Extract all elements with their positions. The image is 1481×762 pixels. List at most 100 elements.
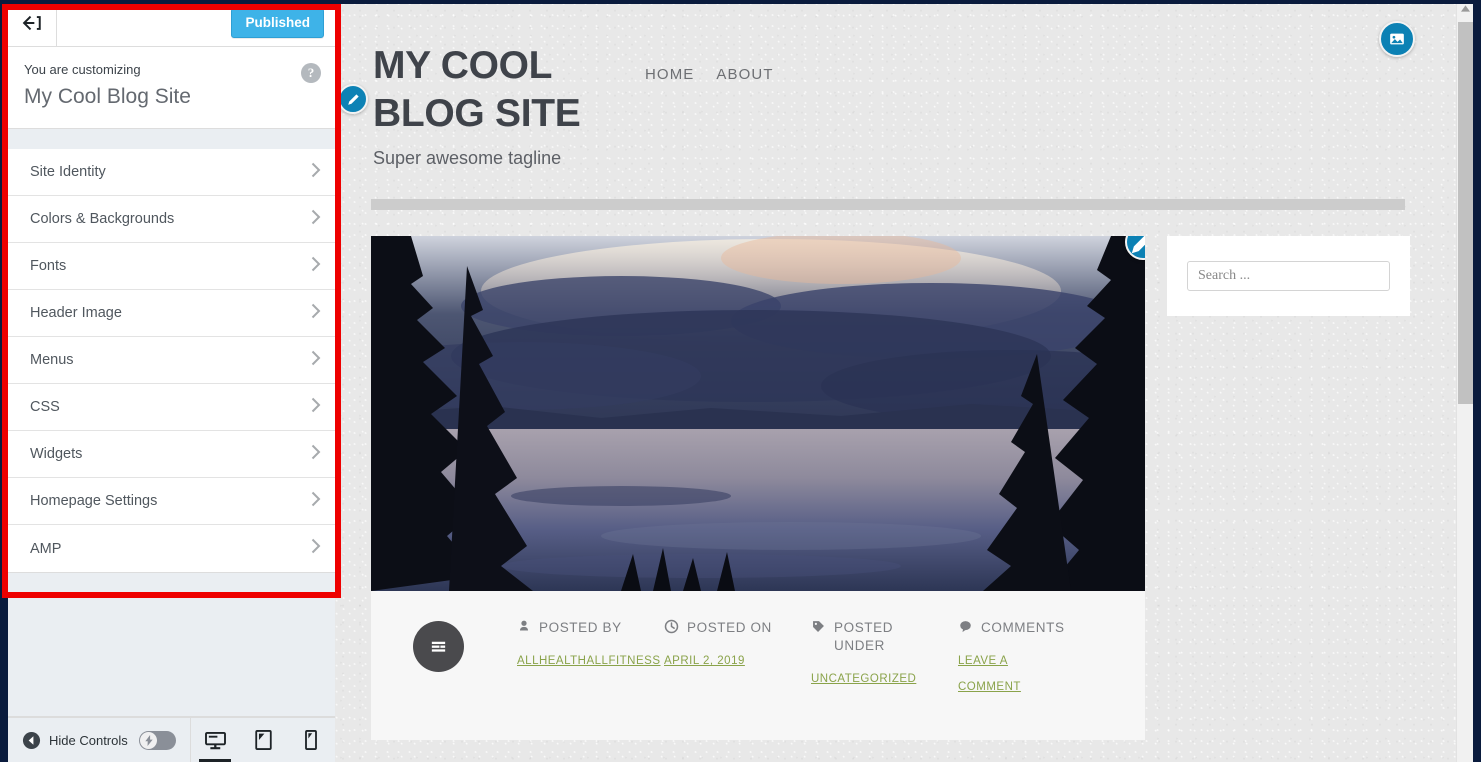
sidebar-widget-area xyxy=(1167,236,1410,740)
comment-icon xyxy=(960,621,971,633)
mobile-icon xyxy=(305,730,317,750)
meta-value-comments[interactable]: LEAVE A COMMENT xyxy=(958,648,1070,700)
sidebar-item-site-identity[interactable]: Site Identity xyxy=(8,149,335,196)
previewed-site: MY COOL BLOG SITE HOME ABOUT Super aweso… xyxy=(335,0,1441,762)
panel-label: Site Identity xyxy=(30,164,106,180)
sidebar-item-colors-backgrounds[interactable]: Colors & Backgrounds xyxy=(8,196,335,243)
image-icon xyxy=(1390,33,1404,45)
customizer-sidebar: Published You are customizing My Cool Bl… xyxy=(8,0,335,762)
pencil-icon xyxy=(1131,236,1145,254)
sidebar-item-menus[interactable]: Menus xyxy=(8,337,335,384)
chevron-right-icon xyxy=(311,209,321,230)
panel-label: CSS xyxy=(30,399,60,415)
chevron-right-icon xyxy=(311,303,321,324)
sidebar-filler xyxy=(8,573,335,717)
chevron-right-icon xyxy=(311,350,321,371)
search-input[interactable] xyxy=(1187,261,1390,291)
collapse-left-icon xyxy=(22,731,41,750)
meta-item-comments: COMMENTS LEAVE A COMMENT xyxy=(958,619,1105,700)
amp-toggle[interactable] xyxy=(139,730,176,750)
featured-image[interactable] xyxy=(371,236,1145,591)
meta-value-category[interactable]: UNCATEGORIZED xyxy=(811,666,923,692)
meta-head: POSTED BY xyxy=(517,619,664,637)
meta-item-posted-on: POSTED ON APRIL 2, 2019 xyxy=(664,619,811,700)
panel-label: Fonts xyxy=(30,258,67,274)
device-preview-switcher xyxy=(191,718,335,762)
panel-label: Widgets xyxy=(30,446,83,462)
customizer-info-panel: You are customizing My Cool Blog Site ? xyxy=(8,47,335,129)
nav-item-about[interactable]: ABOUT xyxy=(716,66,773,83)
pencil-icon xyxy=(347,93,359,105)
panel-label: Colors & Backgrounds xyxy=(30,211,175,227)
panel-gap xyxy=(8,129,335,149)
chevron-right-icon xyxy=(311,256,321,277)
device-desktop-button[interactable] xyxy=(191,718,239,762)
post-card: POSTED BY ALLHEALTHALLFITNESS POSTED ON … xyxy=(371,236,1145,740)
featured-image-artwork xyxy=(371,236,1145,591)
customized-site-name: My Cool Blog Site xyxy=(24,85,191,108)
help-icon[interactable]: ? xyxy=(301,63,321,83)
site-tagline: Super awesome tagline xyxy=(373,148,562,168)
chevron-right-icon xyxy=(311,162,321,183)
customizer-panel-list: Site Identity Colors & Backgrounds Fonts… xyxy=(8,149,335,573)
header-divider xyxy=(371,199,1405,210)
sidebar-item-homepage-settings[interactable]: Homepage Settings xyxy=(8,478,335,525)
post-lines-icon xyxy=(431,641,446,652)
nav-item-home[interactable]: HOME xyxy=(645,66,694,83)
hide-controls-label: Hide Controls xyxy=(49,732,128,748)
back-arrow-icon xyxy=(22,15,41,31)
edit-site-title-shortcut[interactable] xyxy=(338,84,368,114)
meta-value-author[interactable]: ALLHEALTHALLFITNESS xyxy=(517,648,660,674)
meta-head: POSTED ON xyxy=(664,619,811,637)
tag-icon xyxy=(813,621,824,632)
search-widget xyxy=(1167,236,1410,316)
site-header-row: MY COOL BLOG SITE HOME ABOUT xyxy=(373,42,1441,138)
sidebar-item-fonts[interactable]: Fonts xyxy=(8,243,335,290)
sidebar-item-widgets[interactable]: Widgets xyxy=(8,431,335,478)
device-mobile-button[interactable] xyxy=(287,718,335,762)
meta-label: POSTED BY xyxy=(539,620,622,635)
tablet-icon xyxy=(254,730,272,750)
meta-head: COMMENTS xyxy=(958,619,1105,637)
sidebar-item-header-image[interactable]: Header Image xyxy=(8,290,335,337)
meta-head: POSTED UNDER xyxy=(811,619,958,655)
sidebar-item-amp[interactable]: AMP xyxy=(8,525,335,572)
panel-label: AMP xyxy=(30,540,62,557)
meta-label: POSTED UNDER xyxy=(834,620,894,653)
window-left-rail xyxy=(0,0,8,762)
primary-navigation: HOME ABOUT xyxy=(645,42,774,83)
hide-controls-button[interactable]: Hide Controls xyxy=(8,717,191,762)
chevron-right-icon xyxy=(311,538,321,559)
desktop-icon xyxy=(204,731,226,749)
meta-item-posted-by: POSTED BY ALLHEALTHALLFITNESS xyxy=(517,619,664,700)
preview-scrollbar[interactable] xyxy=(1456,0,1473,762)
chevron-right-icon xyxy=(311,491,321,512)
device-tablet-button[interactable] xyxy=(239,718,287,762)
site-body: POSTED BY ALLHEALTHALLFITNESS POSTED ON … xyxy=(335,210,1441,740)
post-meta: POSTED BY ALLHEALTHALLFITNESS POSTED ON … xyxy=(371,591,1145,740)
close-customizer-button[interactable] xyxy=(8,0,57,46)
window-top-rail xyxy=(0,0,1481,4)
edit-widget-shortcut[interactable] xyxy=(1125,236,1145,260)
clock-icon xyxy=(664,619,679,634)
window-right-rail xyxy=(1473,0,1481,762)
panel-label: Homepage Settings xyxy=(30,493,158,509)
sidebar-item-css[interactable]: CSS xyxy=(8,384,335,431)
chevron-up-icon xyxy=(1460,5,1470,12)
scrollbar-thumb[interactable] xyxy=(1458,22,1473,404)
post-format-badge xyxy=(413,621,464,672)
chevron-right-icon xyxy=(311,444,321,465)
meta-item-posted-under: POSTED UNDER UNCATEGORIZED xyxy=(811,619,958,700)
post-meta-items: POSTED BY ALLHEALTHALLFITNESS POSTED ON … xyxy=(517,619,1105,700)
site-header: MY COOL BLOG SITE HOME ABOUT Super aweso… xyxy=(335,0,1441,169)
edit-header-image-shortcut[interactable] xyxy=(1379,21,1415,57)
panel-label: Header Image xyxy=(30,305,122,321)
customizing-label: You are customizing xyxy=(24,62,141,77)
customizer-footer: Hide Controls xyxy=(8,717,335,762)
lightning-bolt-icon xyxy=(144,734,153,746)
meta-value-date[interactable]: APRIL 2, 2019 xyxy=(664,648,776,674)
publish-button[interactable]: Published xyxy=(231,8,324,38)
site-title[interactable]: MY COOL BLOG SITE xyxy=(373,42,635,138)
customizer-topbar: Published xyxy=(8,0,335,47)
chevron-right-icon xyxy=(311,397,321,418)
